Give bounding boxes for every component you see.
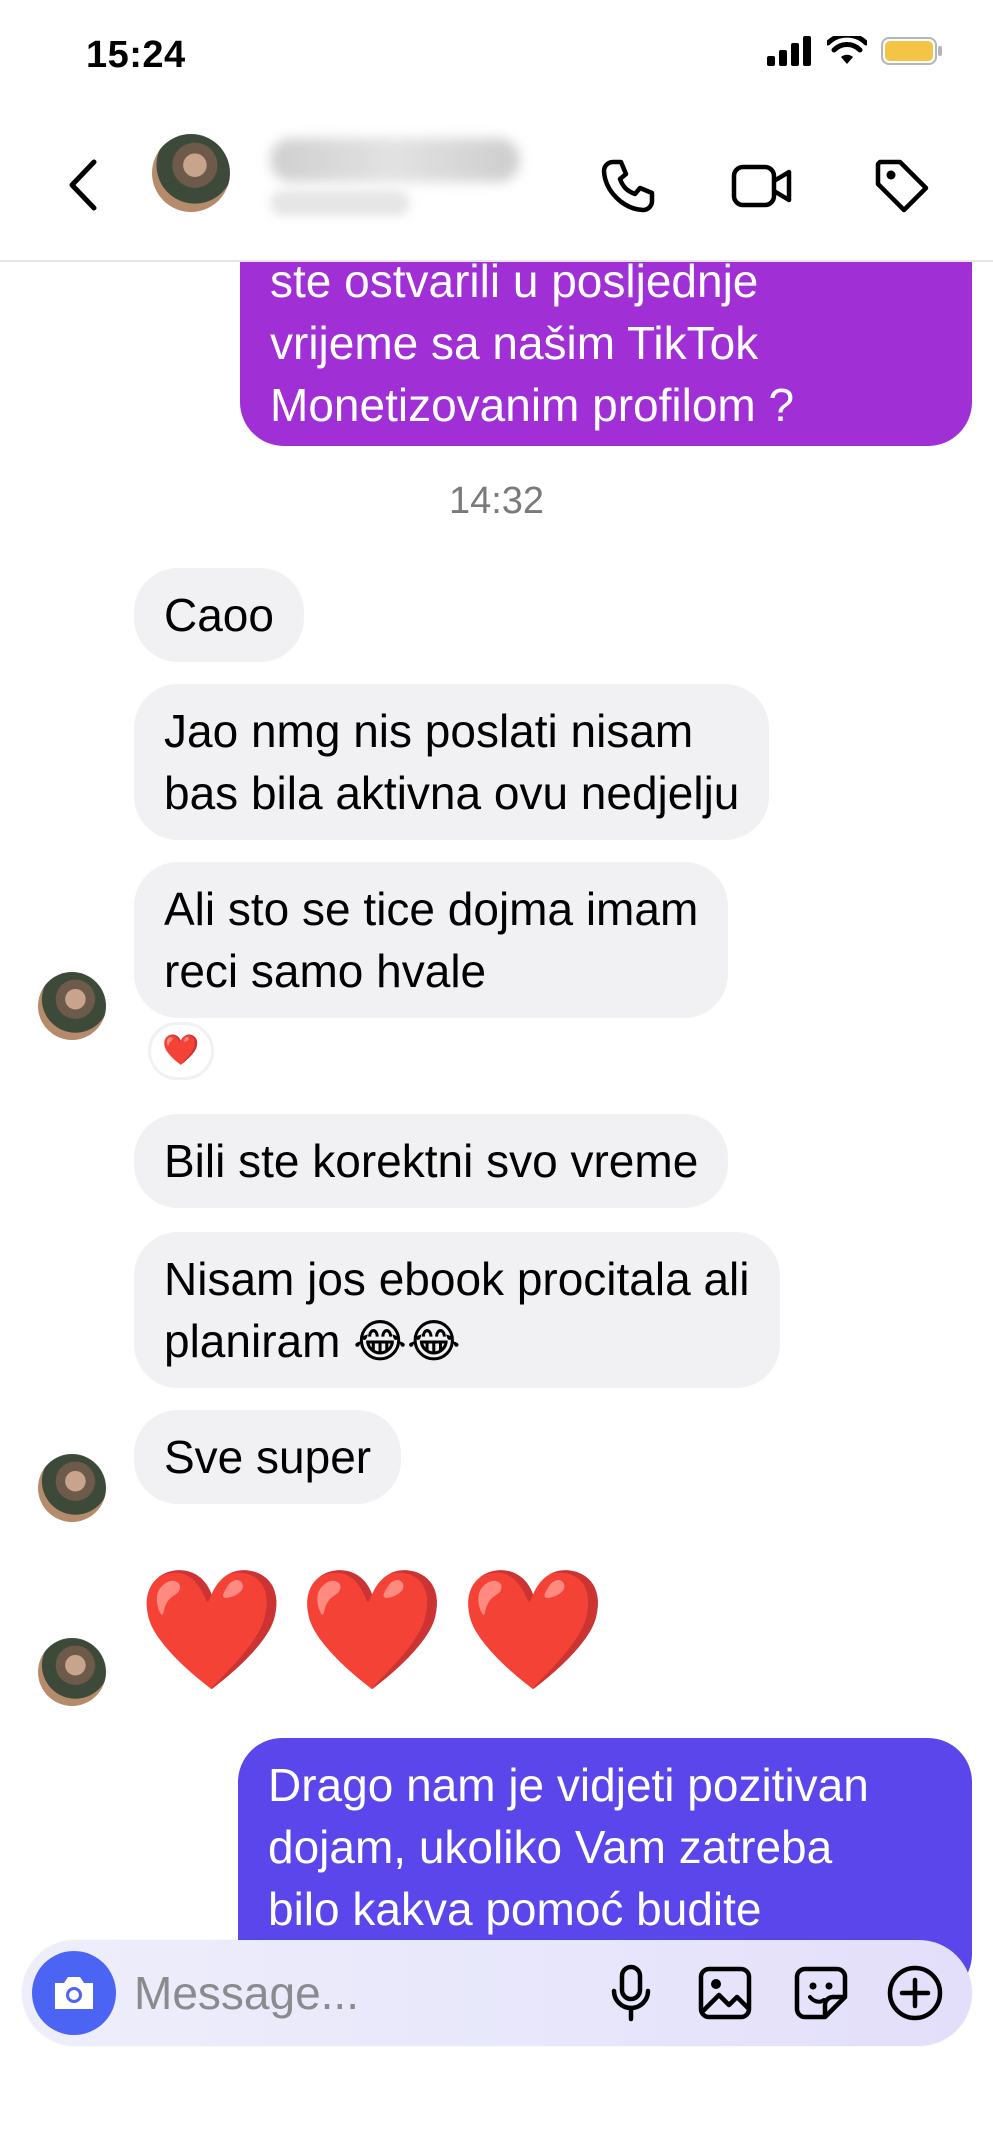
back-button[interactable]	[58, 150, 108, 220]
camera-button[interactable]	[32, 1951, 116, 2035]
message-line: reci samo hvale	[164, 945, 487, 997]
sender-avatar[interactable]	[38, 972, 106, 1040]
signal-icon	[767, 36, 811, 66]
sticker-button[interactable]	[788, 1960, 854, 2026]
message-line: Monetizovanim profilom ?	[270, 379, 795, 431]
microphone-icon	[611, 1964, 651, 2022]
status-icons	[767, 36, 943, 66]
contact-name-blurred[interactable]	[270, 138, 520, 182]
incoming-message[interactable]: Nisam jos ebook procitala ali planiram 😂…	[134, 1232, 780, 1388]
incoming-message[interactable]: Bili ste korektni svo vreme	[134, 1114, 729, 1208]
message-line: Sve super	[164, 1431, 372, 1483]
message-line: vrijeme sa našim TikTok	[270, 317, 759, 369]
incoming-message[interactable]: Ali sto se tice dojma imam reci samo hva…	[134, 862, 729, 1018]
message-line: planiram 😂😂	[164, 1315, 461, 1367]
message-line: Caoo	[164, 589, 274, 641]
message-line: Drago nam je vidjeti pozitivan	[268, 1759, 869, 1811]
message-input[interactable]	[134, 1964, 494, 2022]
status-bar: 15:24	[0, 0, 993, 110]
plus-icon	[887, 1965, 943, 2021]
message-line: dojam, ukoliko Vam zatreba	[268, 1821, 833, 1873]
audio-call-button[interactable]	[592, 150, 664, 222]
tag-button[interactable]	[866, 150, 938, 222]
image-icon	[698, 1966, 752, 2020]
contact-username-blurred	[270, 190, 410, 216]
message-line: ste ostvarili u posljednje	[270, 262, 759, 307]
message-line: Nisam jos ebook procitala ali	[164, 1253, 750, 1305]
gallery-button[interactable]	[692, 1960, 758, 2026]
video-call-icon	[731, 164, 792, 208]
video-call-button[interactable]	[726, 150, 798, 222]
phone-icon	[601, 159, 655, 213]
tag-icon	[875, 159, 929, 213]
sticker-icon	[794, 1966, 848, 2020]
emoji-message[interactable]: ❤️❤️❤️	[138, 1560, 621, 1700]
message-composer	[22, 1940, 972, 2046]
status-time: 15:24	[86, 34, 186, 76]
incoming-message[interactable]: Sve super	[134, 1410, 402, 1504]
heart-reaction-icon: ❤️	[162, 1034, 200, 1067]
sender-avatar[interactable]	[38, 1454, 106, 1522]
back-chevron-icon	[69, 159, 97, 211]
message-thread[interactable]: ste ostvarili u posljednje vrijeme sa na…	[0, 262, 993, 2149]
sender-avatar[interactable]	[38, 1638, 106, 1706]
camera-icon	[55, 1977, 93, 2009]
incoming-message[interactable]: Jao nmg nis poslati nisam bas bila aktiv…	[134, 684, 770, 840]
wifi-icon	[827, 36, 867, 64]
message-line: Jao nmg nis poslati nisam	[164, 705, 694, 757]
chat-header	[0, 110, 993, 262]
message-line: bas bila aktivna ovu nedjelju	[164, 767, 740, 819]
outgoing-message[interactable]: ste ostvarili u posljednje vrijeme sa na…	[240, 262, 972, 446]
voice-message-button[interactable]	[598, 1960, 664, 2026]
contact-avatar[interactable]	[152, 134, 230, 212]
incoming-message[interactable]: Caoo	[134, 568, 304, 662]
message-timestamp: 14:32	[448, 480, 545, 522]
more-options-button[interactable]	[882, 1960, 948, 2026]
message-reaction[interactable]: ❤️	[148, 1022, 214, 1080]
message-line: Bili ste korektni svo vreme	[164, 1135, 699, 1187]
message-line: bilo kakva pomoć budite	[268, 1883, 762, 1935]
battery-icon	[881, 37, 942, 65]
message-line: Ali sto se tice dojma imam	[164, 883, 699, 935]
